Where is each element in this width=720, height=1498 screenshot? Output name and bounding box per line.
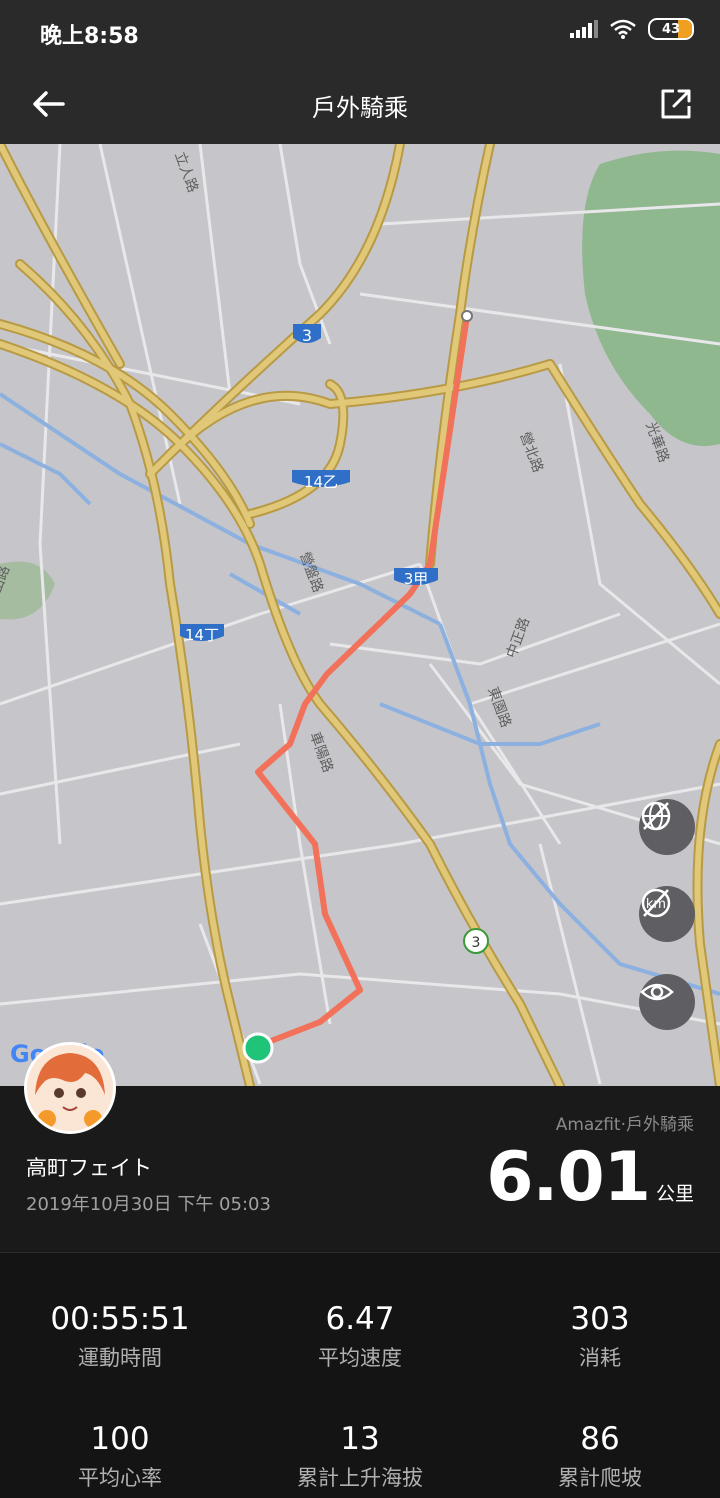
route-map[interactable]: 3 14乙 3甲 14丁 3 立人路 營北路 營盤路 光華路 中正路 東園路 車… [0,144,720,1086]
route-start-marker [242,1032,274,1064]
avatar[interactable] [24,1042,116,1134]
stat-avg-heart-rate: 100 平均心率 [0,1421,240,1492]
stat-value: 100 [90,1421,150,1457]
status-time: 晚上8:58 [40,24,139,49]
avatar-image [27,1045,113,1131]
page-title: 戶外騎乘 [312,94,408,122]
route-path [255,313,470,1049]
wifi-icon [610,19,636,39]
road-shield-3-flower: 3 [463,928,489,954]
svg-text:3: 3 [472,935,481,951]
svg-text:14丁: 14丁 [185,626,219,644]
activity-date: 2019年10月30日 下午 05:03 [26,1194,271,1215]
globe-off-icon [641,801,671,831]
distance-value: 6.01 [486,1138,651,1217]
stat-value: 13 [340,1421,380,1457]
stat-label: 平均速度 [318,1346,402,1371]
visibility-button[interactable] [639,974,695,1030]
stat-total-climb: 86 累計爬坡 [480,1421,720,1492]
street-label-liren: 立人路 [171,150,200,195]
activity-source: Amazfit·戶外騎乘 [555,1115,694,1135]
stat-calories: 303 消耗 [480,1301,720,1372]
status-icons: 43 [570,18,694,40]
map-layer-button[interactable] [639,799,695,855]
stats-grid: 00:55:51 運動時間 6.47 平均速度 303 消耗 100 平均心率 … [0,1253,720,1498]
stat-duration: 00:55:51 運動時間 [0,1301,240,1372]
signal-icon [570,20,598,38]
distance-unit: 公里 [655,1183,694,1205]
share-button[interactable] [654,82,698,126]
activity-summary: 高町フェイト 2019年10月30日 下午 05:03 Amazfit·戶外騎乘… [0,1042,720,1253]
km-marker-button[interactable]: km [639,886,695,942]
street-label-yingpan: 營盤路 [296,550,325,595]
road-shield-3jia: 3甲 [394,568,438,588]
route-end-marker [461,310,473,322]
road-shield-14yi: 14乙 [292,470,350,491]
map-canvas: 3 14乙 3甲 14丁 3 立人路 營北路 營盤路 光華路 中正路 東園路 車… [0,144,720,1086]
stat-avg-speed: 6.47 平均速度 [240,1301,480,1372]
stat-elevation-gain: 13 累計上升海拔 [240,1421,480,1492]
stat-label: 累計爬坡 [558,1466,642,1491]
battery-level: 43 [661,21,681,37]
street-label-zhongzheng: 中正路 [504,615,533,660]
distance-display: 6.01 公里 [486,1138,694,1217]
rivers [0,392,720,996]
stat-value: 86 [580,1421,620,1457]
stat-label: 平均心率 [78,1466,162,1491]
park-area [582,150,720,446]
battery-icon: 43 [648,18,694,40]
share-external-icon [661,89,691,119]
stat-value: 303 [570,1301,630,1337]
street-label-yingbei: 營北路 [516,430,545,475]
status-bar: 晚上8:58 43 [0,0,720,64]
stat-label: 累計上升海拔 [297,1466,423,1491]
eye-icon [640,983,674,1001]
street-label-cheyang: 車陽路 [306,730,336,775]
app-bar: 戶外騎乘 [0,64,720,144]
road-shield-14ding: 14丁 [180,624,224,644]
stat-value: 6.47 [325,1301,395,1337]
stat-label: 運動時間 [78,1346,162,1371]
svg-text:3: 3 [302,326,312,345]
svg-text:3甲: 3甲 [404,570,429,588]
stat-label: 消耗 [579,1346,621,1371]
km-off-icon: km [641,888,671,918]
svg-text:14乙: 14乙 [304,473,338,491]
stat-value: 00:55:51 [50,1301,190,1337]
user-name: 高町フェイト [26,1156,152,1180]
road-shield-3: 3 [293,324,321,345]
